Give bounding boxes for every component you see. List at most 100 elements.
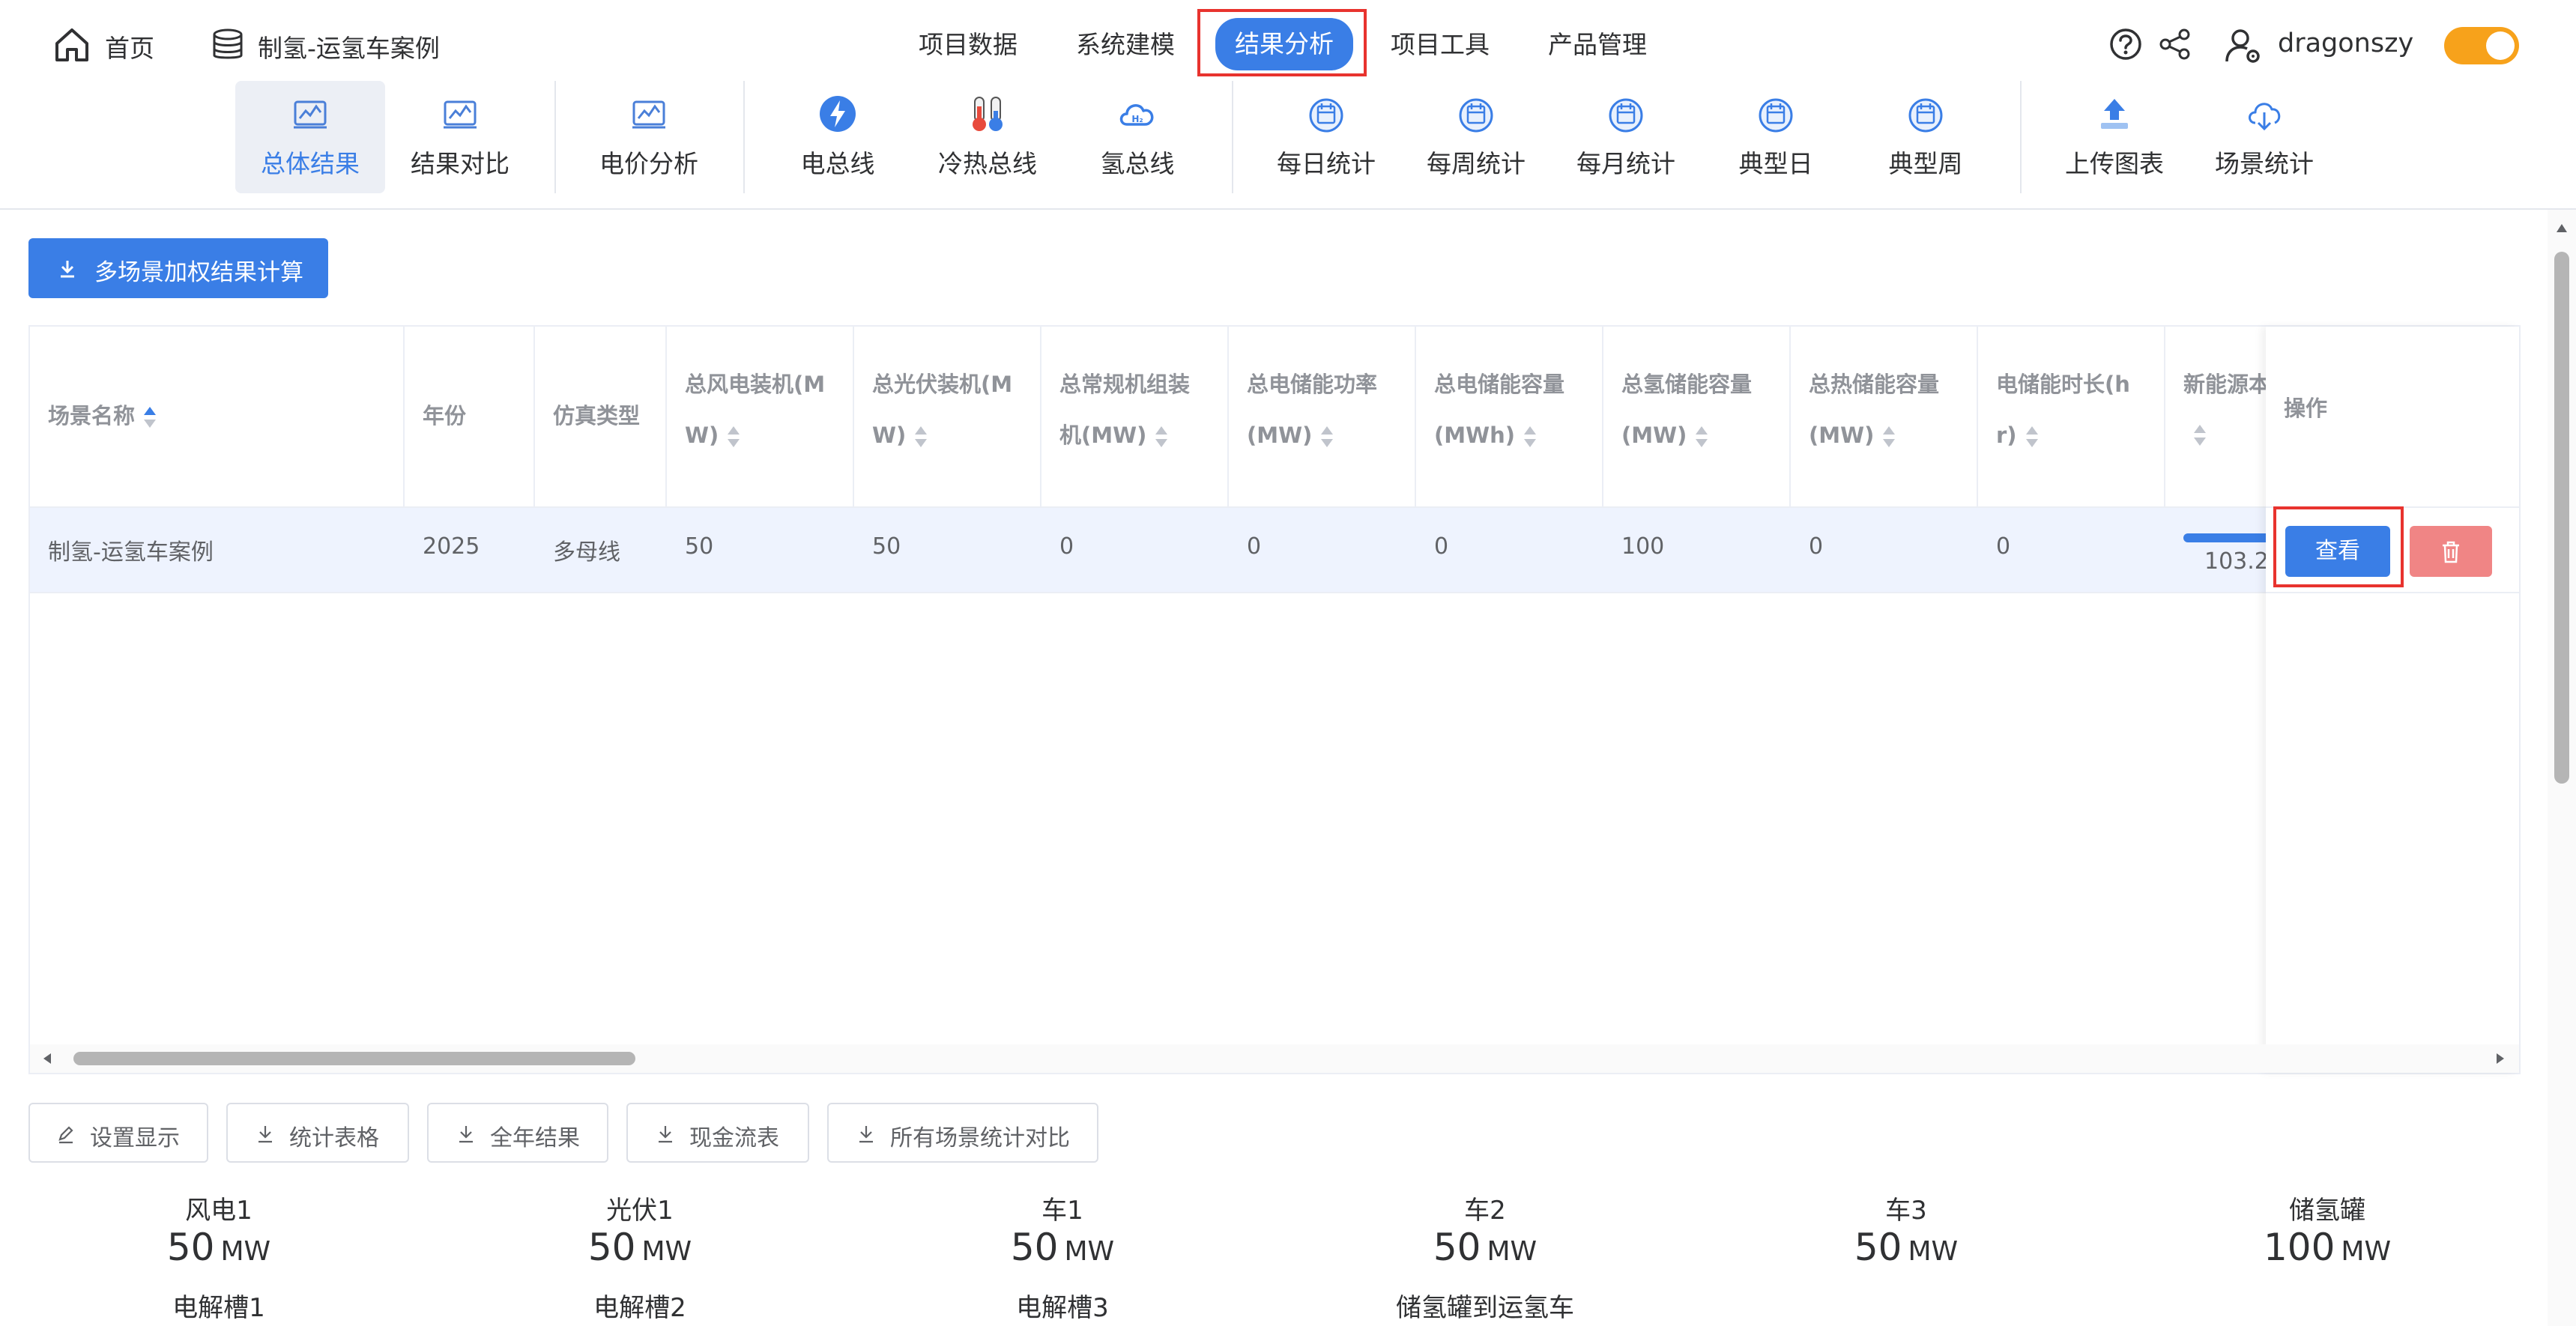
database-icon <box>213 28 243 59</box>
operations-column: 操作 查看 <box>2266 327 2519 1073</box>
download-icon <box>459 1126 473 1143</box>
header-h2-capacity[interactable]: (MW) <box>1621 411 1709 460</box>
stat-number: 100 <box>2263 1226 2335 1269</box>
tool-result-comparison[interactable]: 结果对比 <box>385 81 535 193</box>
header-renewable: 新能源本 <box>2183 372 2266 397</box>
download-icon <box>258 1126 272 1143</box>
tool-label: 典型日 <box>1738 149 1813 178</box>
project-name: 制氢-运氢车案例 <box>258 34 440 63</box>
download-icon <box>61 261 74 278</box>
header-label: W) <box>685 423 719 448</box>
scroll-up-arrow-icon[interactable] <box>2555 222 2569 234</box>
nav-project-tools[interactable]: 项目工具 <box>1391 22 1490 67</box>
stat-name: 电解槽2 <box>593 1293 686 1323</box>
tool-monthly-stats[interactable]: 每月统计 <box>1551 81 1701 193</box>
stats-table-label: 统计表格 <box>289 1125 379 1151</box>
tool-scene-stats[interactable]: 场景统计 <box>2189 81 2339 193</box>
stats-table-button[interactable]: 统计表格 <box>226 1103 409 1163</box>
header-es-capacity[interactable]: (MWh) <box>1434 411 1538 460</box>
tool-upload-chart[interactable]: 上传图表 <box>2040 81 2189 193</box>
project-selector[interactable]: 制氢-运氢车案例 <box>210 24 457 66</box>
calendar-day-icon <box>1309 98 1343 133</box>
horizontal-scrollbar-thumb[interactable] <box>73 1052 635 1065</box>
stat-name: 光伏1 <box>606 1196 674 1226</box>
sort-icon[interactable] <box>1881 424 1896 449</box>
cell-conventional: 0 <box>1059 533 1074 560</box>
all-scene-comparison-label: 所有场景统计对比 <box>890 1125 1070 1151</box>
header-heat-capacity-line1: 总热储能容量 <box>1809 372 1940 397</box>
home-label: 首页 <box>105 34 154 63</box>
header-heat-capacity[interactable]: (MW) <box>1809 411 1896 460</box>
vertical-scrollbar[interactable] <box>2548 210 2576 1326</box>
cell-sim-type: 多母线 <box>553 539 620 566</box>
user-name: dragonszy <box>2278 28 2414 58</box>
sort-icon[interactable] <box>1523 424 1538 449</box>
weighted-calc-label: 多场景加权结果计算 <box>94 259 303 286</box>
chart-icon <box>632 100 665 129</box>
nav-project-data[interactable]: 项目数据 <box>919 22 1018 67</box>
user-menu[interactable]: dragonszy <box>2224 22 2419 67</box>
weighted-calc-button[interactable]: 多场景加权结果计算 <box>28 238 328 298</box>
tool-label: 结果对比 <box>411 149 510 178</box>
calendar-week-icon <box>1459 98 1493 133</box>
scroll-right-arrow-icon[interactable] <box>2494 1052 2507 1065</box>
tool-overall-results[interactable]: 总体结果 <box>235 81 385 193</box>
cash-flow-label: 现金流表 <box>689 1125 779 1151</box>
sort-icon[interactable] <box>2025 424 2040 449</box>
column-divider <box>403 327 405 506</box>
header-es-hours[interactable]: r) <box>1996 411 2040 460</box>
header-scene-name[interactable]: 场景名称 <box>48 391 157 441</box>
theme-toggle[interactable] <box>2444 27 2519 64</box>
tool-label: 上传图表 <box>2065 149 2164 178</box>
calendar-typical-week-icon <box>1908 98 1943 133</box>
tool-typical-day[interactable]: 典型日 <box>1701 81 1851 193</box>
stat-unit: MW <box>1487 1236 1538 1267</box>
tool-heat-cold-bus[interactable]: 冷热总线 <box>913 81 1062 193</box>
horizontal-scrollbar[interactable] <box>30 1044 2519 1073</box>
tool-daily-stats[interactable]: 每日统计 <box>1251 81 1401 193</box>
table-header-bottom-border <box>30 506 2519 508</box>
nav-system-modeling[interactable]: 系统建模 <box>1076 22 1175 67</box>
home-link[interactable]: 首页 <box>52 24 165 66</box>
display-settings-button[interactable]: 设置显示 <box>28 1103 208 1163</box>
tool-weekly-stats[interactable]: 每周统计 <box>1401 81 1551 193</box>
toggle-knob <box>2486 31 2515 60</box>
stat-name: 车2 <box>1464 1196 1506 1226</box>
sort-icon[interactable] <box>2192 423 2207 448</box>
table-row-bottom-border <box>30 592 2519 593</box>
column-divider <box>853 327 854 506</box>
tool-price-analysis[interactable]: 电价分析 <box>574 81 724 193</box>
tool-hydrogen-bus[interactable]: H₂ 氢总线 <box>1062 81 1212 193</box>
scroll-left-arrow-icon[interactable] <box>40 1052 54 1065</box>
hydrogen-cloud-icon: H₂ <box>1119 104 1154 126</box>
header-conventional[interactable]: 机(MW) <box>1059 411 1169 460</box>
cell-scene-name: 制氢-运氢车案例 <box>48 539 214 566</box>
annual-results-label: 全年结果 <box>490 1125 580 1151</box>
stat-unit: MW <box>2341 1236 2392 1267</box>
column-divider <box>533 327 535 506</box>
share-icon[interactable] <box>2158 27 2192 61</box>
header-es-power[interactable]: (MW) <box>1247 411 1334 460</box>
annual-results-button[interactable]: 全年结果 <box>427 1103 608 1163</box>
trash-icon <box>2443 541 2459 563</box>
lightning-icon <box>820 96 856 132</box>
delete-button[interactable] <box>2410 526 2492 577</box>
sort-icon[interactable] <box>1694 424 1709 449</box>
header-wind[interactable]: W) <box>685 411 741 460</box>
tool-power-bus[interactable]: 电总线 <box>763 81 913 193</box>
sort-icon[interactable] <box>1154 424 1169 449</box>
nav-product-management[interactable]: 产品管理 <box>1548 22 1647 67</box>
help-icon[interactable] <box>2108 27 2143 61</box>
cash-flow-button[interactable]: 现金流表 <box>626 1103 809 1163</box>
sort-icon[interactable] <box>726 424 741 449</box>
header-pv[interactable]: W) <box>872 411 928 460</box>
vertical-scrollbar-thumb[interactable] <box>2554 252 2569 784</box>
tool-typical-week[interactable]: 典型周 <box>1851 81 2001 193</box>
all-scene-comparison-button[interactable]: 所有场景统计对比 <box>827 1103 1098 1163</box>
sort-icon[interactable] <box>1319 424 1334 449</box>
sort-icon[interactable] <box>142 405 157 430</box>
download-icon <box>859 1126 873 1143</box>
cell-h2-capacity: 100 <box>1621 533 1665 560</box>
sort-icon[interactable] <box>913 424 928 449</box>
header-label: (MW) <box>1621 423 1687 448</box>
